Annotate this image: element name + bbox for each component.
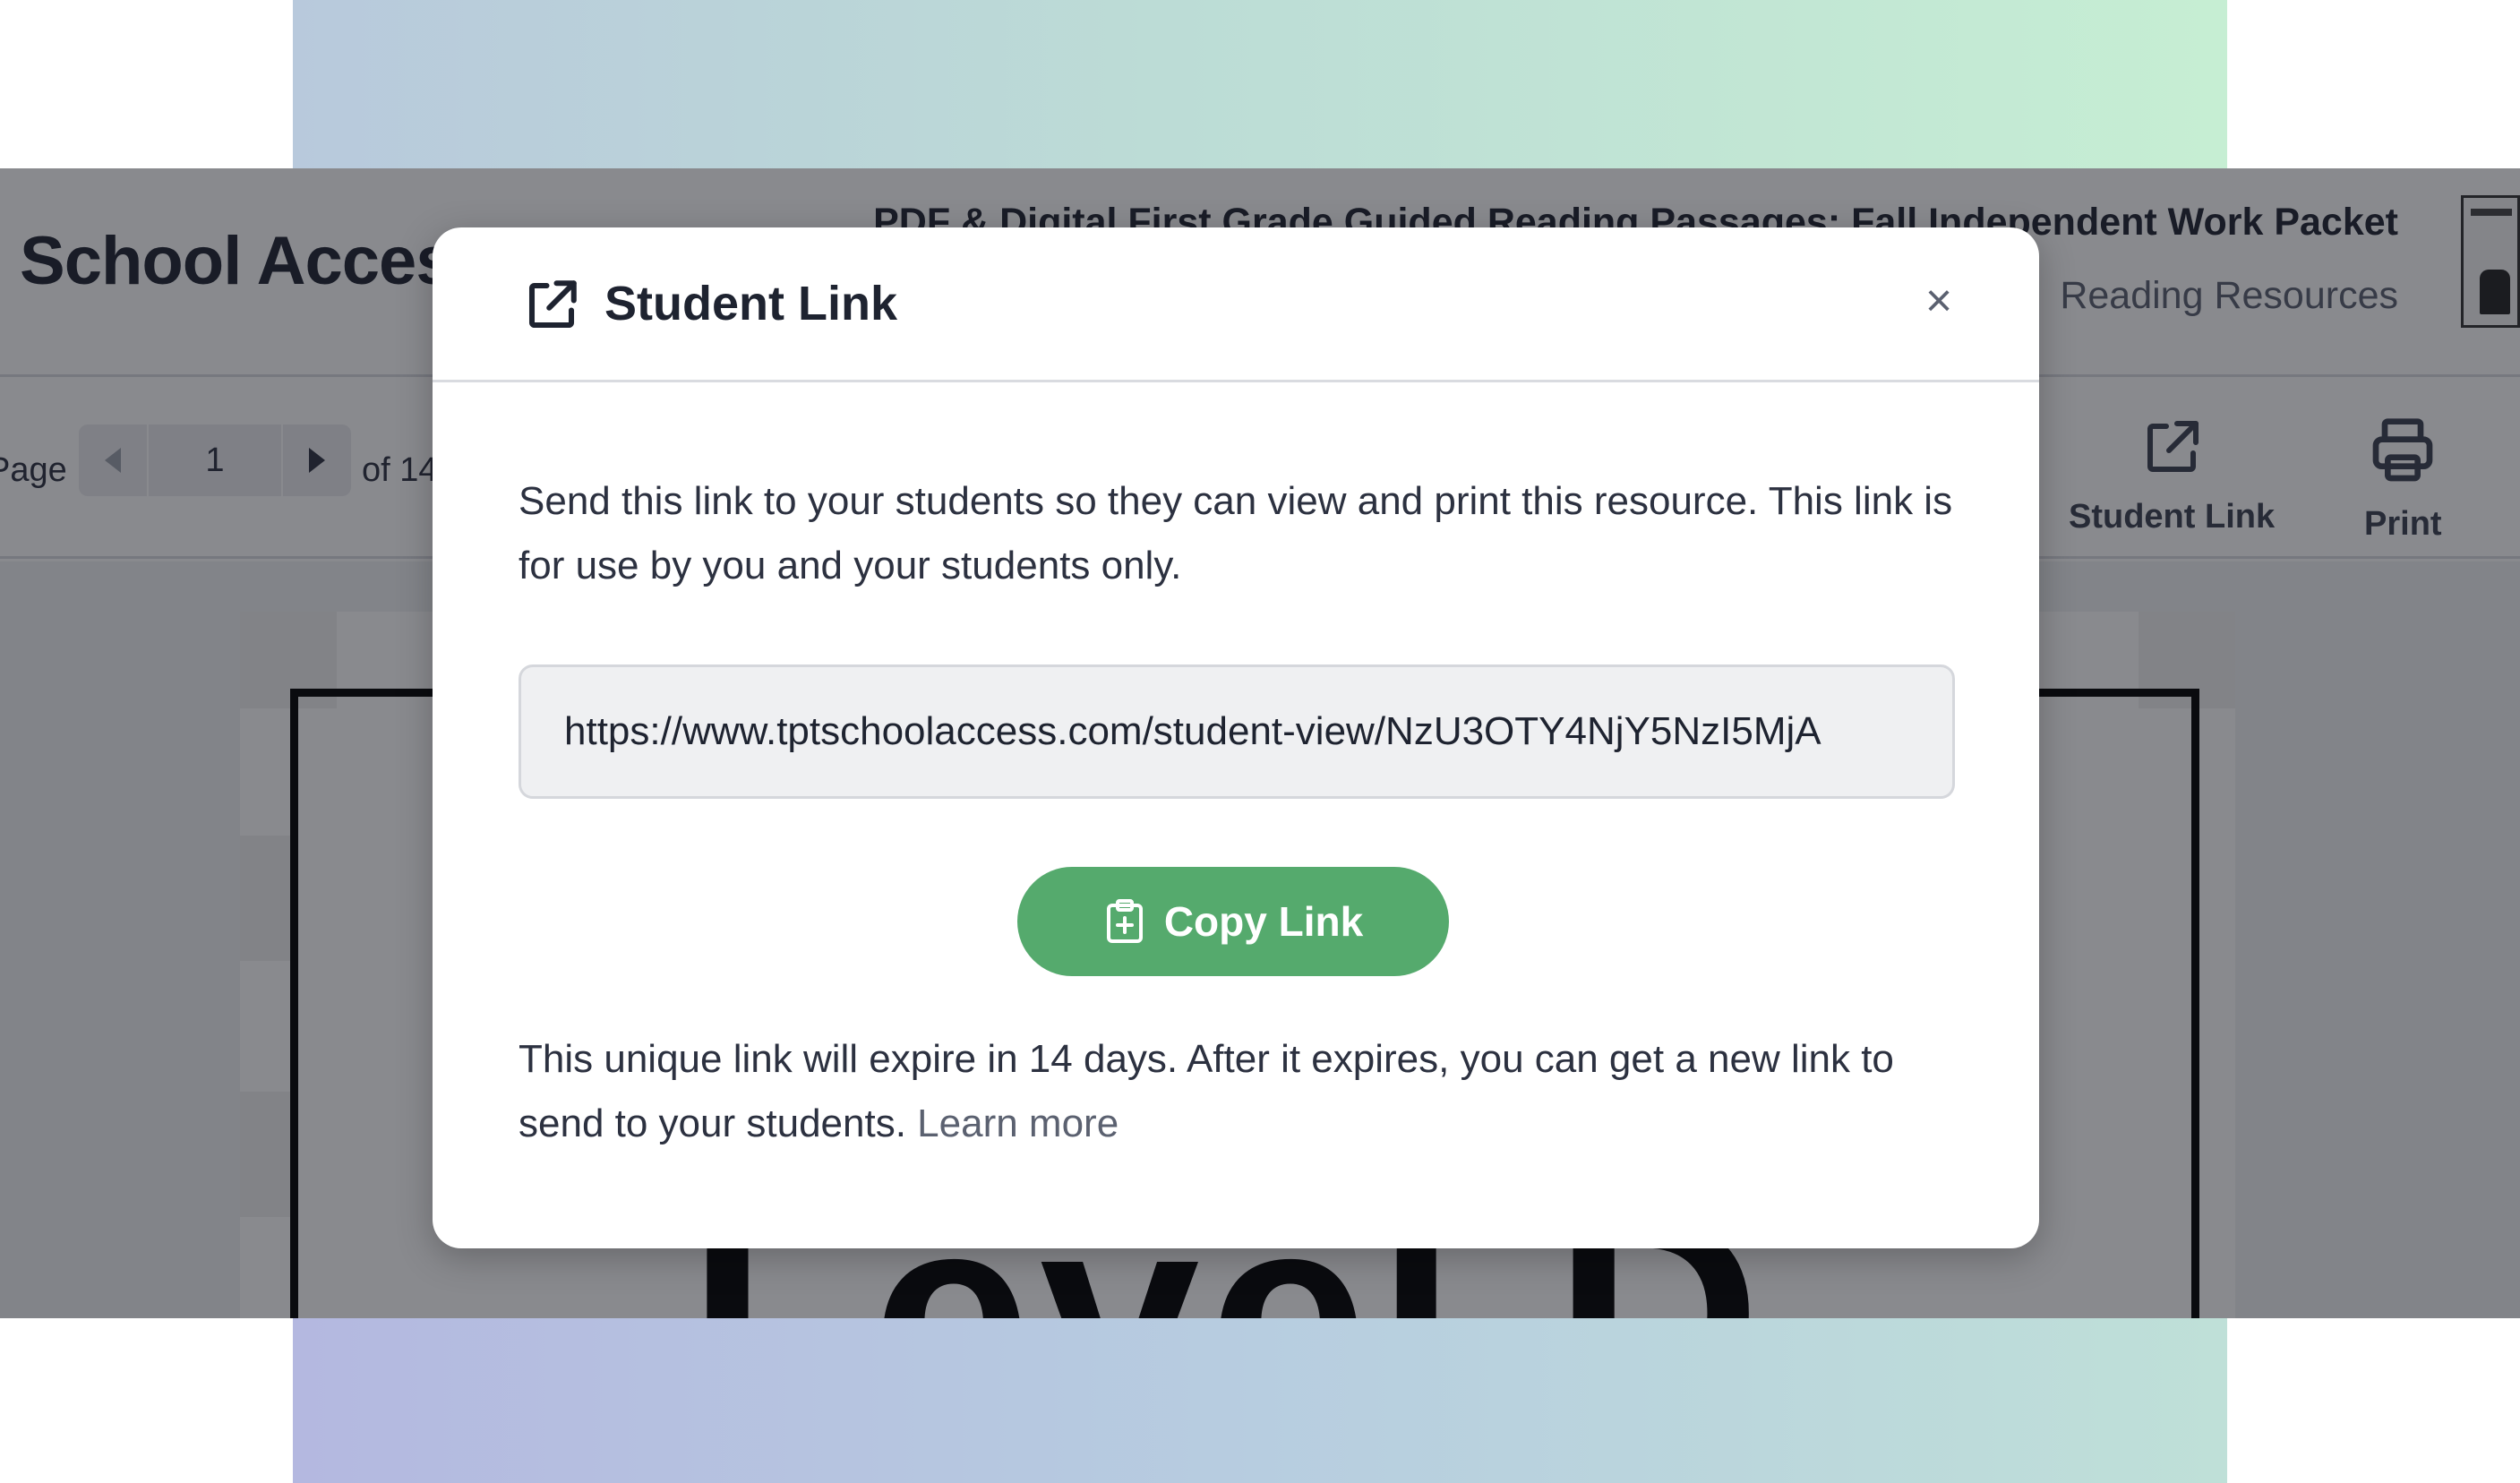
copy-link-button[interactable]: Copy Link xyxy=(1017,867,1449,976)
clipboard-plus-icon xyxy=(1106,899,1143,943)
modal-body: Send this link to your students so they … xyxy=(519,469,1955,1145)
background-gradient-bottom xyxy=(293,1318,2227,1483)
background-gradient-top xyxy=(293,0,2227,168)
modal-title: Student Link xyxy=(604,277,897,330)
close-icon[interactable]: × xyxy=(1914,275,1964,327)
modal-header: Student Link × xyxy=(433,227,2039,382)
learn-more-link[interactable]: Learn more xyxy=(917,1102,1119,1145)
modal-description: Send this link to your students so they … xyxy=(519,479,1953,587)
expiry-note: This unique link will expire in 14 days.… xyxy=(519,1027,1955,1156)
student-link-field[interactable] xyxy=(519,664,1955,799)
copy-link-label: Copy Link xyxy=(1163,898,1364,945)
expiry-text: This unique link will expire in 14 days.… xyxy=(519,1037,1894,1145)
student-link-modal: Student Link × Send this link to your st… xyxy=(433,227,2039,1248)
external-link-icon xyxy=(528,280,577,329)
